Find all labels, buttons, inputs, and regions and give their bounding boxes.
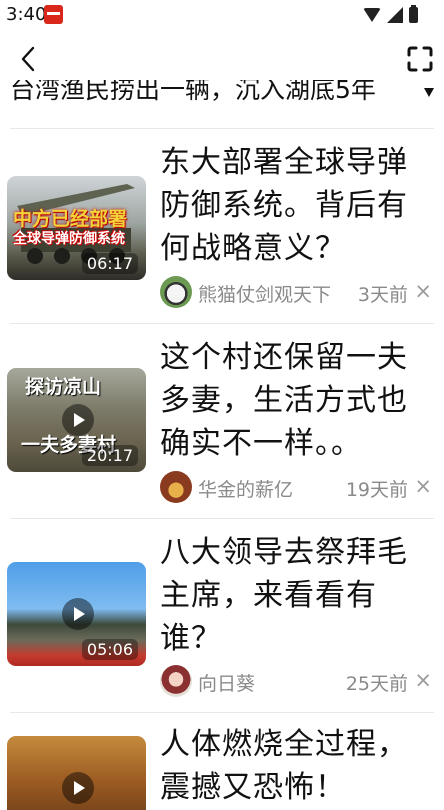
video-duration: 20:17 (81, 445, 138, 466)
status-time: 3:40 (6, 4, 47, 25)
video-thumbnail[interactable]: 探访凉山 一夫多妻村 20:17 (7, 368, 146, 472)
video-title[interactable]: 八大领导去祭拜毛主席，来看看有谁？ (160, 531, 430, 660)
play-icon (62, 598, 94, 630)
thumb-caption: 探访凉山 (25, 376, 102, 398)
dismiss-icon[interactable]: × (414, 473, 432, 499)
video-card[interactable]: 中方已经部署 全球导弹防御系统 06:17 东大部署全球导弹防御系统。背后有何战… (0, 129, 444, 323)
author-avatar[interactable] (160, 471, 192, 503)
play-icon (62, 772, 94, 804)
expanded-video-title: 台湾渔民捞出一辆，沉入湖底5年 (10, 80, 376, 104)
publish-time: 25天前 (345, 673, 408, 695)
video-meta: 熊猫仗剑观天下 3天前 × (160, 276, 436, 310)
video-thumbnail[interactable] (7, 736, 146, 810)
dismiss-icon[interactable]: × (414, 278, 432, 304)
video-duration: 05:06 (81, 639, 138, 660)
author-name[interactable]: 熊猫仗剑观天下 (198, 280, 331, 307)
video-card[interactable]: 探访凉山 一夫多妻村 20:17 这个村还保留一夫多妻，生活方式也确实不一样。。… (0, 324, 444, 518)
author-avatar[interactable] (160, 665, 192, 697)
author-name[interactable]: 华金的薪亿 (198, 475, 293, 502)
wifi-icon (363, 8, 381, 22)
video-card[interactable]: 05:06 八大领导去祭拜毛主席，来看看有谁？ 向日葵 25天前 × (0, 519, 444, 713)
author-name[interactable]: 向日葵 (198, 669, 255, 696)
publish-time: 19天前 (345, 479, 408, 501)
video-meta: 华金的薪亿 19天前 × (160, 471, 436, 505)
expand-icon (407, 46, 433, 72)
publish-time: 3天前 (357, 284, 408, 306)
thumb-caption: 中方已经部署 (13, 208, 128, 230)
collapse-toggle-icon[interactable] (424, 88, 434, 97)
play-icon (62, 404, 94, 436)
video-card[interactable]: 人体燃烧全过程，震撼又恐怖！ (0, 713, 444, 810)
status-bar: 3:40 (0, 0, 444, 30)
video-title[interactable]: 这个村还保留一夫多妻，生活方式也确实不一样。。 (160, 336, 430, 465)
battery-icon (409, 5, 418, 23)
video-thumbnail[interactable]: 中方已经部署 全球导弹防御系统 06:17 (7, 176, 146, 280)
notification-app-icon (44, 5, 63, 24)
video-duration: 06:17 (81, 253, 138, 274)
video-thumbnail[interactable]: 05:06 (7, 562, 146, 666)
video-meta: 向日葵 25天前 × (160, 665, 436, 699)
expand-button[interactable] (406, 45, 434, 73)
signal-icon (387, 7, 403, 23)
back-button[interactable] (12, 42, 46, 76)
author-avatar[interactable] (160, 276, 192, 308)
thumb-caption: 全球导弹防御系统 (13, 231, 125, 247)
video-title[interactable]: 人体燃烧全过程，震撼又恐怖！ (160, 723, 430, 809)
video-title[interactable]: 东大部署全球导弹防御系统。背后有何战略意义？ (160, 141, 430, 270)
dismiss-icon[interactable]: × (414, 667, 432, 693)
status-icons (363, 5, 418, 24)
chevron-left-icon (21, 46, 35, 72)
